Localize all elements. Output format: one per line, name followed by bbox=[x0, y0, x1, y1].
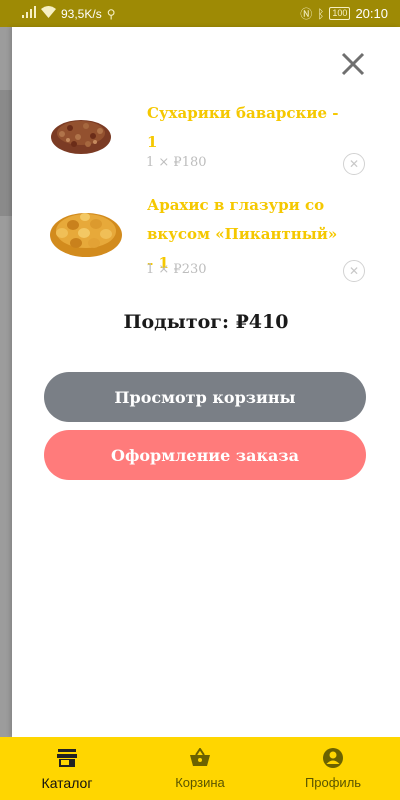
mini-cart-drawer: Сухарики баварские - 1 1 × ₽180 ✕ Арахис… bbox=[12, 27, 400, 737]
product-image-peanuts[interactable] bbox=[48, 203, 128, 263]
nav-item-catalog[interactable]: Каталог bbox=[12, 737, 122, 800]
bottom-navigation: Каталог Корзина Профиль bbox=[0, 737, 400, 800]
nav-item-cart[interactable]: Корзина bbox=[145, 737, 255, 800]
account-icon bbox=[323, 748, 343, 768]
nav-item-profile[interactable]: Профиль bbox=[278, 737, 388, 800]
close-circle-icon: ✕ bbox=[348, 157, 360, 171]
basket-icon bbox=[190, 748, 210, 766]
product-name-link[interactable]: Сухарики баварские - 1 bbox=[147, 99, 347, 157]
store-icon bbox=[57, 749, 77, 767]
product-qty-price: 1 × ₽230 bbox=[146, 262, 207, 277]
bluetooth-icon: ᛒ bbox=[317, 6, 325, 21]
wifi-icon bbox=[41, 6, 56, 21]
view-cart-button[interactable]: Просмотр корзины bbox=[44, 372, 366, 422]
network-speed: 93,5K/s bbox=[61, 6, 102, 21]
status-bar-right: Ⓝ ᛒ 100 20:10 bbox=[300, 6, 388, 21]
nav-label: Каталог bbox=[41, 775, 93, 791]
checkout-button[interactable]: Оформление заказа bbox=[44, 430, 366, 480]
nav-label: Корзина bbox=[175, 775, 225, 790]
remove-item-button[interactable]: ✕ bbox=[343, 153, 365, 175]
nfc-icon: Ⓝ bbox=[300, 6, 313, 21]
remove-item-button[interactable]: ✕ bbox=[343, 260, 365, 282]
status-bar: 93,5K/s ⚲ Ⓝ ᛒ 100 20:10 bbox=[0, 0, 400, 27]
usb-icon: ⚲ bbox=[106, 6, 116, 21]
close-circle-icon: ✕ bbox=[348, 264, 360, 278]
close-icon[interactable] bbox=[340, 51, 366, 77]
clock: 20:10 bbox=[355, 6, 388, 21]
signal-icon bbox=[22, 6, 36, 21]
product-qty-price: 1 × ₽180 bbox=[146, 155, 207, 170]
cart-subtotal: Подытог: ₽410 bbox=[123, 311, 289, 333]
product-image-croutons[interactable] bbox=[48, 111, 128, 161]
status-bar-left: 93,5K/s ⚲ bbox=[22, 6, 116, 21]
background-page-header bbox=[0, 90, 12, 216]
nav-label: Профиль bbox=[304, 775, 362, 790]
battery-icon: 100 bbox=[329, 7, 351, 20]
